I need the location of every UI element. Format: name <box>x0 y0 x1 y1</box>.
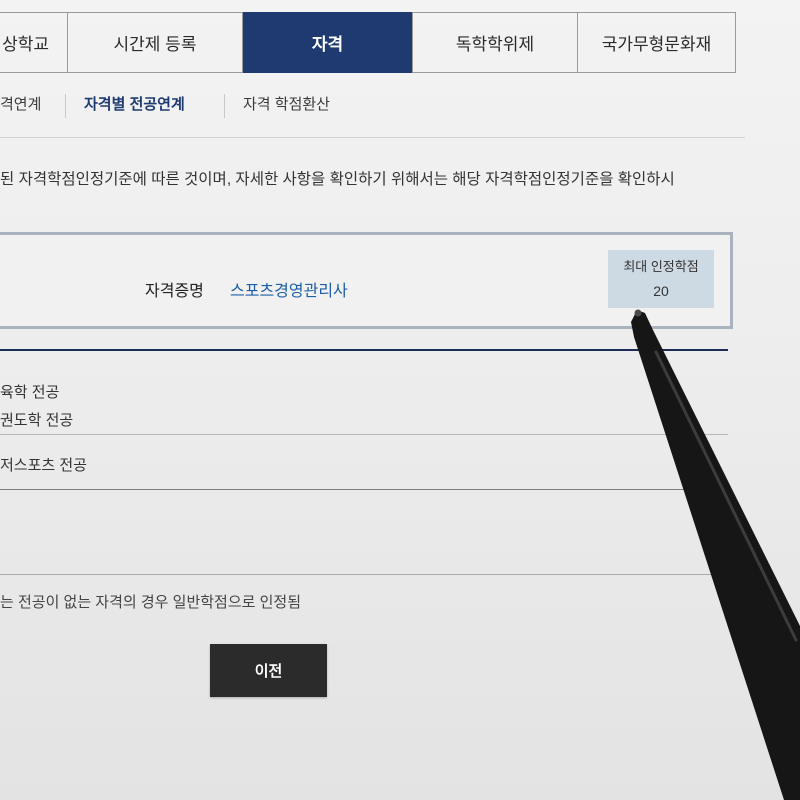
certificate-name-label: 자격증명 <box>145 283 204 300</box>
prev-button-label: 이전 <box>254 663 283 680</box>
footnote-text: 는 전공이 없는 자격의 경우 일반학점으로 인정됨 <box>0 594 302 611</box>
tab-label: 상학교 <box>2 35 49 54</box>
subtab-divider <box>65 94 66 118</box>
max-credit-box: 최대 인정학점 20 <box>608 250 714 308</box>
max-credit-value: 20 <box>653 283 669 299</box>
subtab-certificate-credit-conversion[interactable]: 자격 학점환산 <box>243 95 330 115</box>
tab-certificate[interactable]: 자격 <box>243 12 413 73</box>
subtab-certificate-link[interactable]: 격연계 <box>0 95 41 115</box>
major-item: 육학 전공 <box>0 384 60 401</box>
prev-button[interactable]: 이전 <box>210 644 327 697</box>
description-text: 된 자격학점인정기준에 따른 것이며, 자세한 사항을 확인하기 위해서는 해당… <box>0 171 675 188</box>
certificate-info-box: 자격증명 스포츠경영관리사 최대 인정학점 20 <box>0 232 733 329</box>
table-row: 육학 전공 권도학 전공 <box>0 351 728 435</box>
tab-label: 독학학위제 <box>455 35 535 54</box>
tab-label: 시간제 등록 <box>113 35 197 54</box>
subtab-divider <box>224 94 225 118</box>
tab-label: 자격 <box>311 35 344 54</box>
certificate-name-value: 스포츠경영관리사 <box>230 283 348 300</box>
max-credit-label: 최대 인정학점 <box>623 259 699 274</box>
major-item: 저스포츠 전공 <box>0 457 87 474</box>
tab-school[interactable]: 상학교 <box>0 13 68 72</box>
table-row: 저스포츠 전공 <box>0 435 728 490</box>
subtab-major-link-by-certificate[interactable]: 자격별 전공연계 <box>84 95 185 115</box>
tab-self-study-degree[interactable]: 독학학위제 <box>413 13 578 72</box>
tab-part-time-registration[interactable]: 시간제 등록 <box>68 13 243 72</box>
screen: 상학교 시간제 등록 자격 독학학위제 국가무형문화재 격연계 자격별 전공연계… <box>0 0 800 800</box>
top-tab-bar: 상학교 시간제 등록 자격 독학학위제 국가무형문화재 <box>0 12 736 73</box>
tab-label: 국가무형문화재 <box>601 35 712 54</box>
tab-intangible-cultural-heritage[interactable]: 국가무형문화재 <box>578 13 736 72</box>
table-row <box>0 490 728 575</box>
major-item: 권도학 전공 <box>0 412 74 429</box>
majors-table: 육학 전공 권도학 전공 저스포츠 전공 <box>0 351 728 575</box>
subtabs-divider-line <box>0 137 745 138</box>
